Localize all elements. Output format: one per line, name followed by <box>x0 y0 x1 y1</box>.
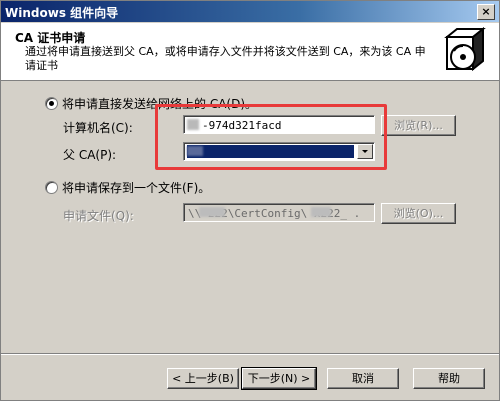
page-description: 通过将申请直接送到父 CA，或将申请存入文件并将该文件送到 CA，来为该 CA … <box>25 45 426 72</box>
title-bar[interactable]: Windows 组件向导 × <box>1 1 499 22</box>
computer-name-input[interactable]: -974d321facd <box>183 115 375 134</box>
file-request-radio-button[interactable] <box>45 181 58 194</box>
close-button[interactable]: × <box>477 4 495 20</box>
parent-ca-label: 父 CA(P): <box>63 148 117 162</box>
next-button[interactable]: 下一步(N) > <box>241 367 317 390</box>
file-request-label: 将申请保存到一个文件(F)。 <box>62 181 211 195</box>
redaction-mark <box>199 207 225 217</box>
help-button[interactable]: 帮助 <box>413 368 485 389</box>
redaction-mark <box>187 146 203 156</box>
redaction-mark <box>311 207 331 217</box>
cancel-button[interactable]: 取消 <box>327 368 399 389</box>
back-button[interactable]: < 上一步(B) <box>167 368 239 389</box>
direct-request-radio-button[interactable] <box>45 97 58 110</box>
wizard-window: Windows 组件向导 × CA 证书申请 通过将申请直接送到父 CA，或将申… <box>0 0 500 401</box>
request-file-label: 申请文件(Q): <box>63 209 134 223</box>
chevron-down-icon[interactable] <box>357 144 373 159</box>
browse-computer-button[interactable]: 浏览(R)... <box>381 115 456 136</box>
wizard-disk-box-icon <box>444 27 486 72</box>
direct-request-label: 将申请直接发送给网络上的 CA(D)。 <box>62 97 258 111</box>
redaction-mark <box>187 119 199 130</box>
computer-name-label: 计算机名(C): <box>63 121 133 135</box>
page-title: CA 证书申请 <box>15 31 86 45</box>
parent-ca-selection <box>187 145 354 158</box>
window-title: Windows 组件向导 <box>5 6 119 20</box>
direct-request-radio[interactable]: 将申请直接发送给网络上的 CA(D)。 <box>45 95 257 112</box>
footer-divider <box>1 353 499 355</box>
computer-name-value: -974d321facd <box>202 119 282 132</box>
browse-file-button[interactable]: 浏览(O)... <box>381 203 456 224</box>
parent-ca-dropdown[interactable] <box>183 142 375 161</box>
wizard-header: CA 证书申请 通过将申请直接送到父 CA，或将申请存入文件并将该文件送到 CA… <box>1 23 499 81</box>
file-request-radio[interactable]: 将申请保存到一个文件(F)。 <box>45 179 210 196</box>
